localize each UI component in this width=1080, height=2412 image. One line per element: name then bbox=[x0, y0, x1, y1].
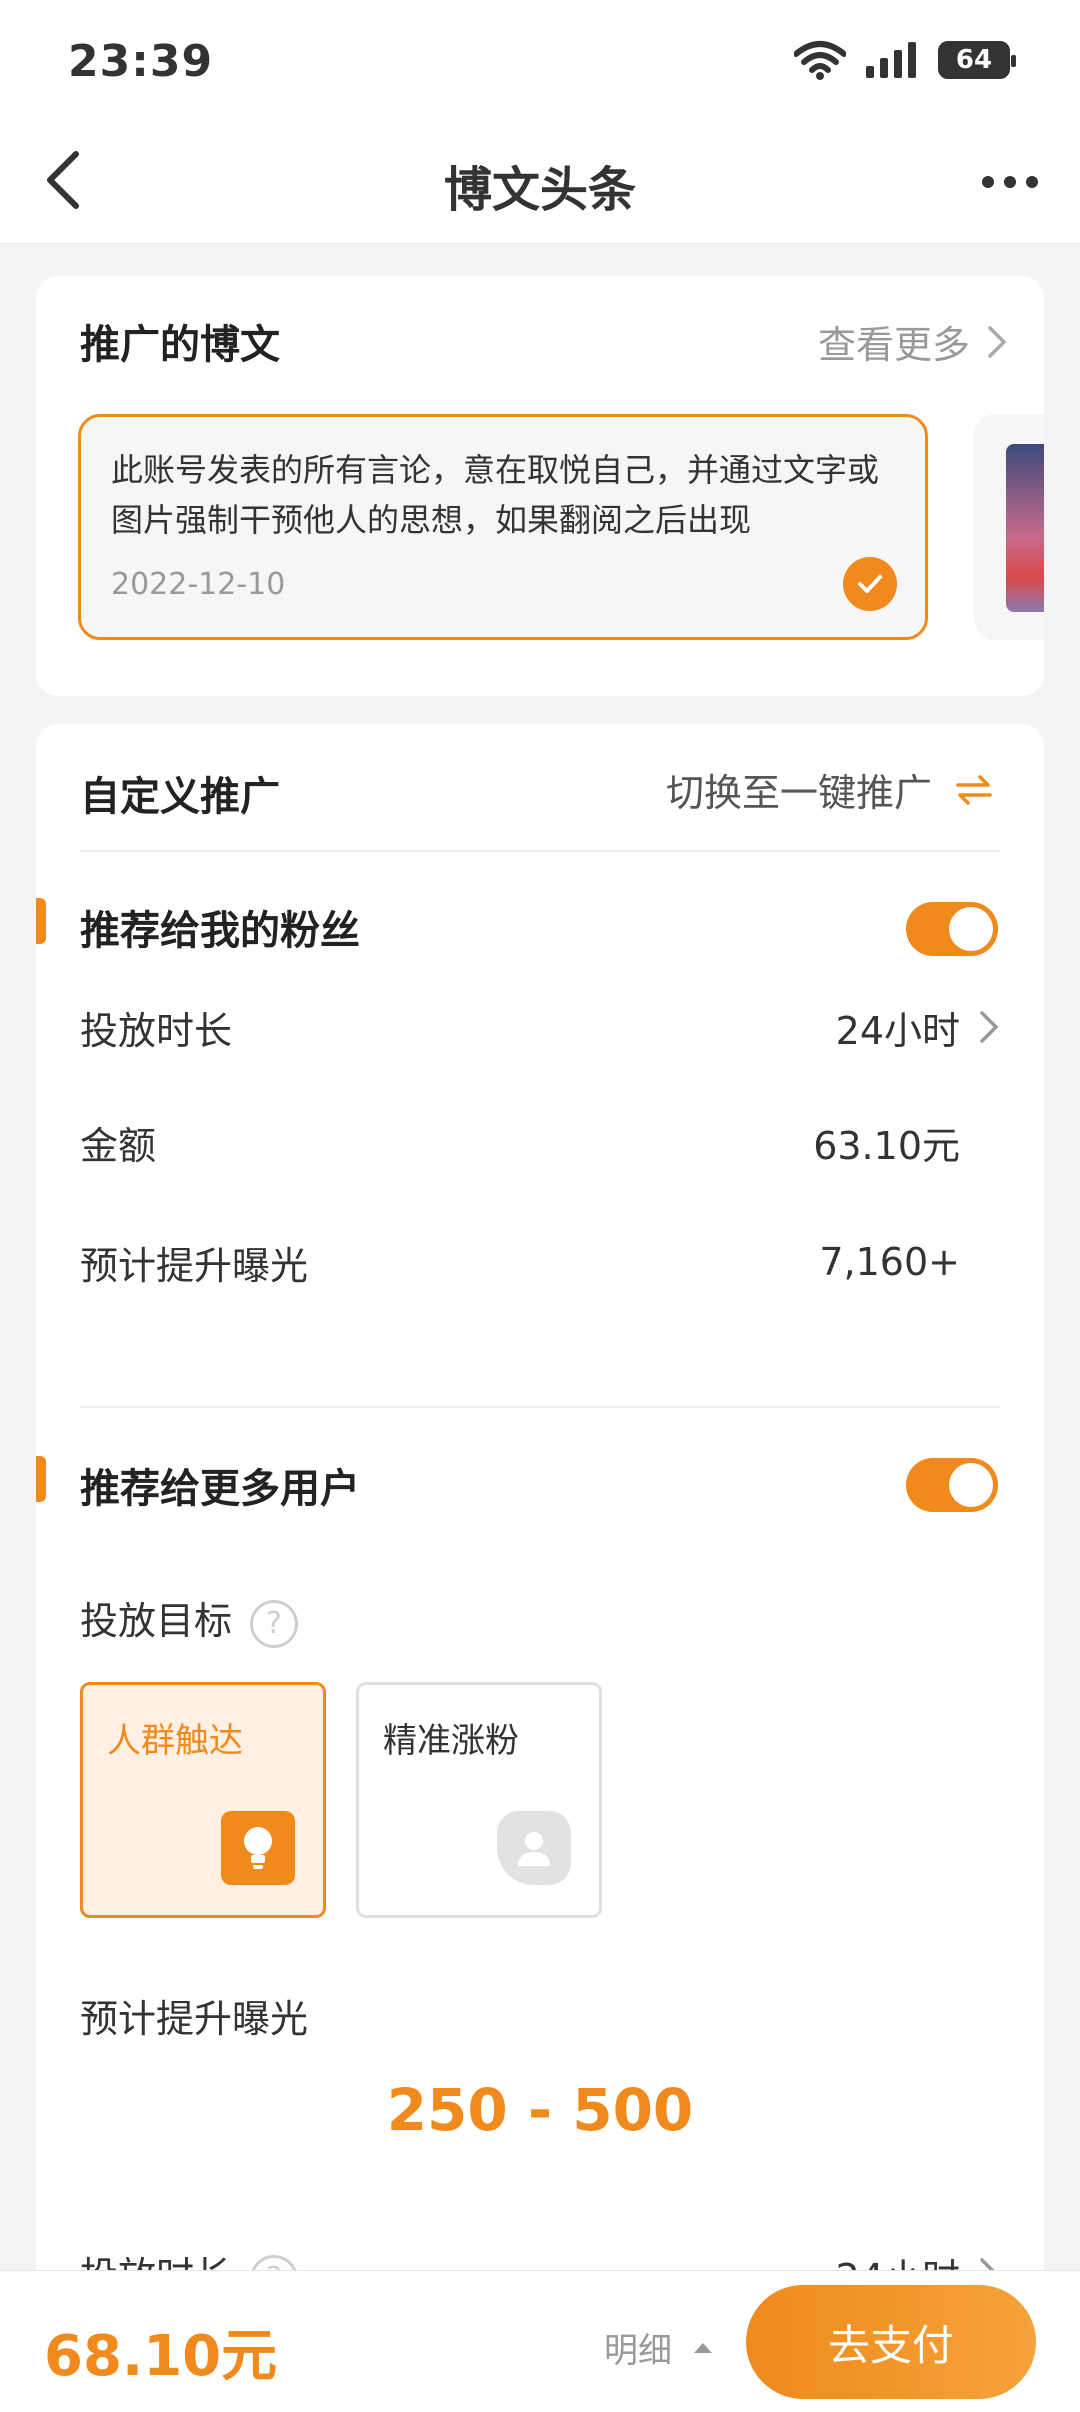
goal-option-label: 精准涨粉 bbox=[383, 1721, 519, 1761]
user-icon bbox=[497, 1811, 571, 1885]
lightbulb-icon bbox=[221, 1811, 295, 1885]
status-time: 23:39 bbox=[68, 36, 214, 87]
more-users-section-title: 推荐给更多用户 bbox=[80, 1466, 360, 1512]
custom-promo-title: 自定义推广 bbox=[80, 774, 280, 820]
total-price: 68.10元 bbox=[44, 2324, 278, 2389]
goal-option-reach[interactable]: 人群触达 bbox=[80, 1682, 326, 1918]
fans-amount-label: 金额 bbox=[80, 1123, 157, 1168]
promoted-post-title: 推广的博文 bbox=[80, 322, 280, 368]
bottom-bar: 68.10元 明细 去支付 bbox=[0, 2270, 1080, 2412]
fans-amount-value: 63.10元 bbox=[813, 1123, 960, 1168]
status-bar: 23:39 64 bbox=[0, 0, 1080, 120]
swap-icon bbox=[956, 774, 992, 805]
custom-promo-card: 自定义推广 切换至一键推广 推荐给我的粉丝 投放时长 24小时 金额 63.10… bbox=[36, 724, 1044, 2284]
detail-link[interactable]: 明细 bbox=[604, 2323, 714, 2372]
fans-exposure-label: 预计提升曝光 bbox=[80, 1243, 309, 1288]
switch-label: 切换至一键推广 bbox=[665, 771, 932, 815]
section-marker bbox=[36, 1456, 46, 1502]
fans-duration-row[interactable]: 投放时长 24小时 bbox=[80, 962, 1000, 1092]
post-date: 2022-12-10 bbox=[111, 567, 286, 602]
post-item-selected[interactable]: 此账号发表的所有言论，意在取悦自己，并通过文字或图片强制干预他人的思想，如果翻阅… bbox=[78, 414, 928, 640]
post-thumbnail bbox=[1006, 444, 1044, 612]
chevron-right-icon bbox=[980, 1011, 999, 1043]
status-icons: 64 bbox=[794, 40, 1016, 80]
goal-label: 投放目标 bbox=[80, 1599, 233, 1643]
promoted-post-card: 推广的博文 查看更多 此账号发表的所有言论，意在取悦自己，并通过文字或图片强制干… bbox=[36, 276, 1044, 696]
signal-icon bbox=[866, 42, 916, 78]
post-text: 此账号发表的所有言论，意在取悦自己，并通过文字或图片强制干预他人的思想，如果翻阅… bbox=[111, 451, 880, 539]
fans-section-title: 推荐给我的粉丝 bbox=[80, 908, 360, 954]
section-marker bbox=[36, 898, 46, 944]
exposure-range: 250 - 500 bbox=[386, 2076, 694, 2144]
goal-option-label: 人群触达 bbox=[107, 1721, 243, 1761]
fans-duration-value: 24小时 bbox=[835, 1008, 960, 1053]
fans-exposure-row: 预计提升曝光 7,160+ bbox=[80, 1202, 1000, 1322]
see-more-label: 查看更多 bbox=[817, 323, 970, 367]
see-more-link[interactable]: 查看更多 bbox=[818, 314, 1008, 369]
page-title: 博文头条 bbox=[443, 162, 636, 218]
battery-icon: 64 bbox=[938, 41, 1016, 79]
detail-label: 明细 bbox=[604, 2331, 672, 2371]
more-icon[interactable] bbox=[970, 152, 1050, 212]
post-item-next[interactable] bbox=[974, 414, 1044, 640]
goal-option-grow-fans[interactable]: 精准涨粉 bbox=[356, 1682, 602, 1918]
goal-label-wrap: 投放目标? bbox=[80, 1590, 299, 1648]
check-icon bbox=[843, 557, 897, 611]
fans-amount-row: 金额 63.10元 bbox=[80, 1092, 1000, 1192]
more-users-toggle[interactable] bbox=[906, 1458, 998, 1512]
more-exposure-label: 预计提升曝光 bbox=[80, 1997, 309, 2041]
switch-one-click-link[interactable]: 切换至一键推广 bbox=[666, 762, 994, 817]
caret-up-icon bbox=[694, 2342, 712, 2353]
divider bbox=[80, 1406, 1000, 1408]
fans-duration-label: 投放时长 bbox=[80, 1008, 233, 1053]
nav-bar: 博文头条 bbox=[0, 120, 1080, 244]
fans-toggle[interactable] bbox=[906, 902, 998, 956]
divider bbox=[80, 850, 1000, 852]
pay-button[interactable]: 去支付 bbox=[746, 2285, 1036, 2399]
help-icon[interactable]: ? bbox=[250, 1599, 299, 1648]
wifi-icon bbox=[794, 41, 846, 80]
fans-exposure-value: 7,160+ bbox=[819, 1240, 960, 1284]
chevron-right-icon bbox=[988, 325, 1007, 358]
